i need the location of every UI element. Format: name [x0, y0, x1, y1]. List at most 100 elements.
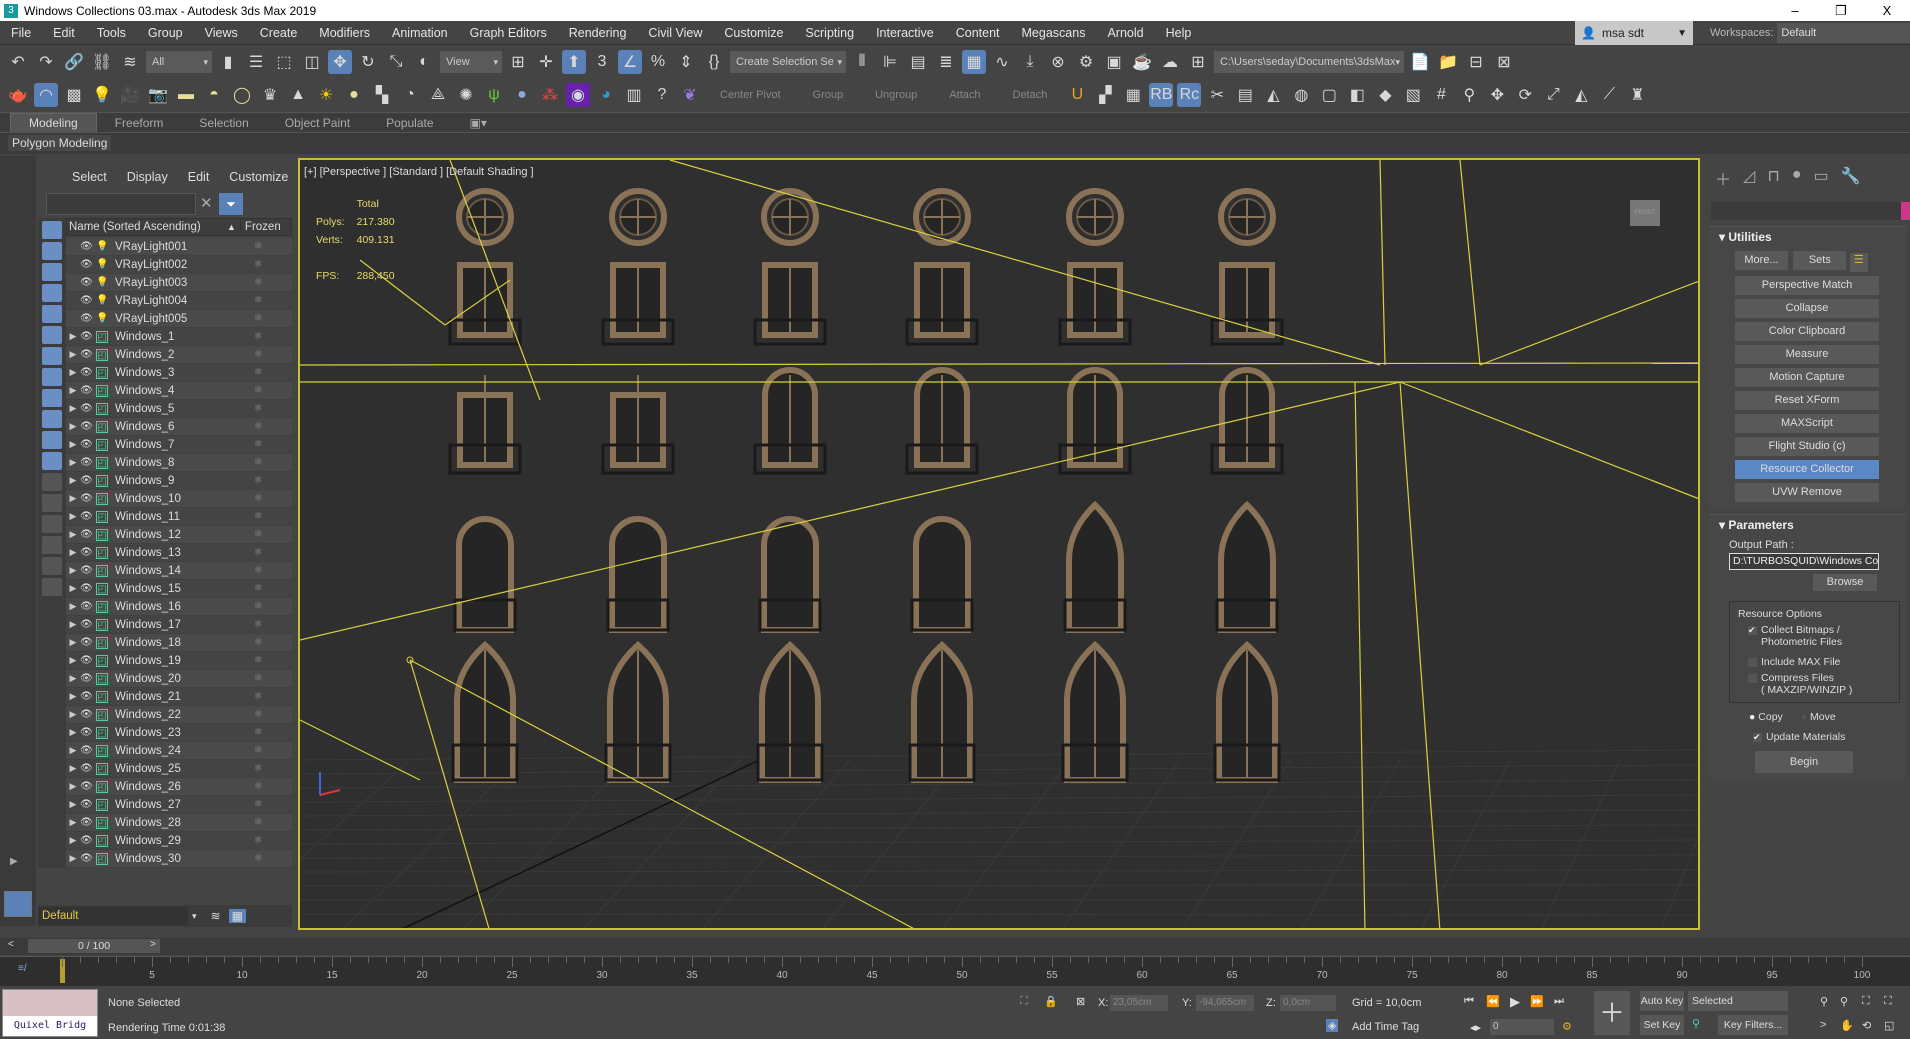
frozen-toggle-icon[interactable]: ❄ — [254, 565, 262, 576]
compress-files-checkbox[interactable]: Compress Files( MAXZIP/WINZIP ) — [1748, 672, 1891, 696]
polygon-modeling-label[interactable]: Polygon Modeling — [8, 135, 112, 151]
prev-frame-icon[interactable]: < — [8, 939, 14, 950]
camera-icon[interactable]: 🎥 — [118, 83, 142, 107]
slice-icon[interactable]: ◆ — [1373, 83, 1397, 107]
maximize-viewport-icon[interactable]: ◱ — [1884, 1019, 1894, 1032]
flight-studio-c-button[interactable]: Flight Studio (c) — [1735, 437, 1879, 456]
visibility-eye-icon[interactable]: 👁 — [80, 313, 94, 324]
list-item[interactable]: ▶ 👁 ◰ Windows_20 ❄ — [66, 670, 292, 688]
frozen-toggle-icon[interactable]: ❄ — [254, 655, 262, 666]
render-cloud-icon[interactable]: ☁ — [1158, 50, 1182, 74]
visibility-eye-icon[interactable]: 👁 — [80, 385, 94, 396]
expand-arrow-icon[interactable]: ▶ — [66, 421, 80, 432]
physical-camera-icon[interactable]: 📷 — [146, 83, 170, 107]
ies-light-icon[interactable]: ♛ — [258, 83, 282, 107]
list-item[interactable]: 👁 💡 VRayLight002 ❄ — [66, 256, 292, 274]
angle-snap-icon[interactable]: ∠ — [618, 50, 642, 74]
list-item[interactable]: ▶ 👁 ◰ Windows_27 ❄ — [66, 796, 292, 814]
list-item[interactable]: ▶ 👁 ◰ Windows_30 ❄ — [66, 850, 292, 868]
frozen-toggle-icon[interactable]: ❄ — [254, 367, 262, 378]
list-item[interactable]: ▶ 👁 ◰ Windows_12 ❄ — [66, 526, 292, 544]
hierarchy-tab-icon[interactable]: ⊓ — [1767, 166, 1779, 190]
tools-icon[interactable]: ✂ — [1205, 83, 1229, 107]
select-place-icon[interactable]: ◐ — [412, 50, 436, 74]
visibility-eye-icon[interactable]: 👁 — [80, 331, 94, 342]
key-mode-icon[interactable]: ◂▸ — [1470, 1021, 1481, 1034]
visibility-eye-icon[interactable]: 👁 — [80, 781, 94, 792]
visibility-eye-icon[interactable]: 👁 — [80, 763, 94, 774]
visibility-eye-icon[interactable]: 👁 — [80, 259, 94, 270]
bones-filter-icon[interactable] — [42, 389, 62, 407]
tab-selection[interactable]: Selection — [181, 114, 266, 132]
visibility-eye-icon[interactable]: 👁 — [80, 547, 94, 558]
expand-arrow-icon[interactable]: ▶ — [66, 367, 80, 378]
schematic-view-icon[interactable]: ⤓ — [1018, 50, 1042, 74]
undo-icon[interactable]: ↶ — [6, 50, 30, 74]
perspective-match-button[interactable]: Perspective Match — [1735, 276, 1879, 295]
frozen-column-header[interactable]: Frozen — [239, 221, 281, 233]
minimize-button[interactable]: – — [1772, 0, 1818, 21]
collect-bitmaps-checkbox[interactable]: ✔ Collect Bitmaps / Photometric Files — [1748, 624, 1891, 648]
explorer-menu-display[interactable]: Display — [127, 170, 168, 184]
layer-explorer-icon[interactable]: ≣ — [934, 50, 958, 74]
set-key-button[interactable]: Set Key — [1640, 1015, 1684, 1035]
list-item[interactable]: ▶ 👁 ◰ Windows_16 ❄ — [66, 598, 292, 616]
viewcube[interactable]: FRONT — [1630, 200, 1660, 226]
menu-animation[interactable]: Animation — [381, 26, 459, 40]
find-icon[interactable] — [42, 536, 62, 554]
visibility-eye-icon[interactable]: 👁 — [80, 835, 94, 846]
render-window-icon[interactable]: ▩ — [62, 83, 86, 107]
render-grid-icon[interactable]: ⊞ — [1186, 50, 1210, 74]
more-button[interactable]: More... — [1735, 251, 1788, 270]
frozen-toggle-icon[interactable]: ❄ — [254, 349, 262, 360]
edit-named-selection-icon[interactable]: {} — [702, 50, 726, 74]
list-item[interactable]: ▶ 👁 ◰ Windows_10 ❄ — [66, 490, 292, 508]
collapse-icon[interactable]: ▾ — [1719, 518, 1728, 532]
add-time-tag-button[interactable]: Add Time Tag — [1352, 1021, 1419, 1033]
render-setup-icon[interactable]: ⚙ — [1074, 50, 1098, 74]
utilities-title[interactable]: Utilities — [1728, 230, 1771, 244]
key-mode-dropdown[interactable]: Selected — [1688, 991, 1788, 1011]
expand-arrow-icon[interactable]: ▶ — [66, 493, 80, 504]
begin-button[interactable]: Begin — [1755, 751, 1853, 773]
configure-sets-icon[interactable]: ☰ — [1849, 253, 1868, 272]
list-item[interactable]: ▶ 👁 ◰ Windows_7 ❄ — [66, 436, 292, 454]
cameras-filter-icon[interactable] — [42, 284, 62, 302]
absolute-mode-icon[interactable]: ⊠ — [1076, 995, 1085, 1008]
list-item[interactable]: 👁 💡 VRayLight005 ❄ — [66, 310, 292, 328]
list-item[interactable]: ▶ 👁 ◰ Windows_19 ❄ — [66, 652, 292, 670]
frozen-toggle-icon[interactable]: ❄ — [254, 511, 262, 522]
figure-icon[interactable]: ⚲ — [1457, 83, 1481, 107]
frozen-toggle-icon[interactable]: ❄ — [254, 853, 262, 864]
expand-arrow-icon[interactable]: ▶ — [66, 331, 80, 342]
center-pivot-icon[interactable]: ❦ — [678, 83, 702, 107]
lights-filter-icon[interactable] — [42, 263, 62, 281]
current-layer-dropdown[interactable]: Default — [38, 907, 188, 925]
curve-editor-icon[interactable]: ∿ — [990, 50, 1014, 74]
attach-button[interactable]: Attach — [935, 89, 994, 101]
frozen-toggle-icon[interactable]: ❄ — [254, 745, 262, 756]
geometry-filter-icon[interactable] — [42, 221, 62, 239]
frozen-toggle-icon[interactable]: ❄ — [254, 547, 262, 558]
frozen-toggle-icon[interactable]: ❄ — [254, 637, 262, 648]
autodesk-icon[interactable]: ◠ — [34, 83, 58, 107]
expand-arrow-icon[interactable]: ▶ — [66, 475, 80, 486]
expand-arrow-icon[interactable]: ▶ — [66, 601, 80, 612]
material-editor-icon[interactable]: ⊗ — [1046, 50, 1070, 74]
ambient-light-icon[interactable]: ● — [342, 83, 366, 107]
project-folder-icon[interactable]: 📁 — [1436, 50, 1460, 74]
visibility-eye-icon[interactable]: 👁 — [80, 493, 94, 504]
center-pivot-button[interactable]: Center Pivot — [706, 89, 795, 101]
expand-arrow-icon[interactable]: ▶ — [66, 547, 80, 558]
proxy-icon[interactable]: ▚ — [370, 83, 394, 107]
shapes-filter-icon[interactable] — [42, 242, 62, 260]
frozen-toggle-icon[interactable]: ❄ — [254, 529, 262, 540]
list-item[interactable]: ▶ 👁 ◰ Windows_5 ❄ — [66, 400, 292, 418]
rb-icon[interactable]: RB — [1149, 83, 1174, 107]
stairs-icon[interactable]: ▧ — [1401, 83, 1425, 107]
frozen-toggle-icon[interactable]: ❄ — [254, 673, 262, 684]
rc-icon[interactable]: Rc — [1177, 83, 1202, 107]
visibility-eye-icon[interactable]: 👁 — [80, 475, 94, 486]
frozen-toggle-icon[interactable]: ❄ — [254, 493, 262, 504]
reference-coordinate-dropdown[interactable]: View — [440, 51, 502, 73]
